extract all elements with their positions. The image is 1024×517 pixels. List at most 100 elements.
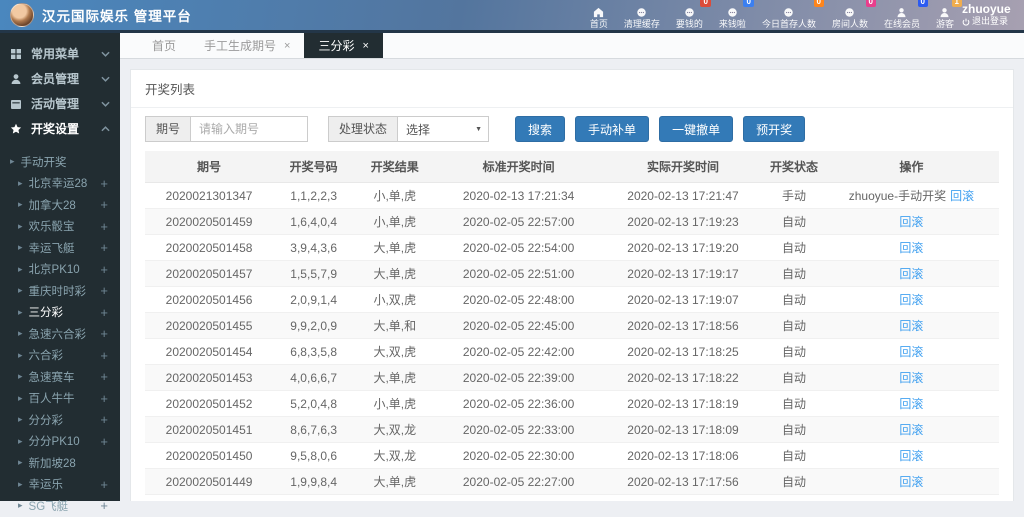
sidebar-item-speed-liuhecai[interactable]: ▸ 急速六合彩 + — [0, 323, 120, 345]
panel-title: 开奖列表 — [131, 70, 1013, 108]
rollback-link[interactable]: 回滚 — [899, 319, 923, 333]
sidebar-section-activity-management[interactable]: 活动管理 — [0, 91, 120, 116]
sidebar-item-sanfencai[interactable]: ▸ 三分彩 + — [0, 302, 120, 324]
rollback-link[interactable]: 回滚 — [950, 189, 974, 203]
search-button[interactable]: 搜索 — [515, 116, 566, 142]
caret-right-icon: ▸ — [18, 199, 23, 210]
std-time-cell: 2020-02-05 22:36:00 — [435, 390, 602, 417]
nav-clear-cache[interactable]: 清理缓存 — [616, 0, 668, 32]
clear-cache-icon — [636, 7, 647, 18]
close-icon[interactable]: × — [284, 40, 290, 52]
rollback-link[interactable]: 回滚 — [899, 449, 923, 463]
rollback-link[interactable]: 回滚 — [899, 267, 923, 281]
expand-plus-icon[interactable]: + — [100, 413, 108, 426]
status-cell: 自动 — [764, 260, 824, 287]
nav-guests[interactable]: 1 游客 — [928, 0, 962, 32]
expand-plus-icon[interactable]: + — [100, 177, 108, 190]
expand-plus-icon[interactable]: + — [100, 370, 108, 383]
result-cell: 大,单,虎 — [354, 364, 436, 391]
rollback-link[interactable]: 回滚 — [899, 371, 923, 385]
rollback-link[interactable]: 回滚 — [899, 215, 923, 229]
sidebar-item-lucky-airship[interactable]: ▸ 幸运飞艇 + — [0, 237, 120, 259]
status-cell: 自动 — [764, 442, 824, 469]
nav-online-members[interactable]: 0 在线会员 — [876, 0, 928, 32]
operation-cell: 回滚 — [823, 312, 999, 339]
sidebar-item-speed-racing[interactable]: ▸ 急速赛车 + — [0, 366, 120, 388]
nav-money-incoming-badge: 0 — [743, 0, 754, 7]
sidebar-section-member-management[interactable]: 会员管理 — [0, 66, 120, 91]
sidebar-item-happy-sicbo[interactable]: ▸ 欢乐骰宝 + — [0, 216, 120, 238]
expand-plus-icon[interactable]: + — [100, 327, 108, 340]
result-cell: 大,单,虎 — [354, 494, 436, 501]
operation-cell: 回滚 — [823, 494, 999, 501]
tab-bar: 首页 手工生成期号 × 三分彩 × — [120, 33, 1024, 59]
tab-manual-issue[interactable]: 手工生成期号 × — [190, 33, 304, 58]
rollback-link[interactable]: 回滚 — [899, 293, 923, 307]
nav-money-request-label: 要钱的 — [675, 18, 703, 29]
nav-money-request[interactable]: 0 要钱的 — [668, 0, 711, 32]
table-row: 2020020501451 8,6,7,6,3 大,双,龙 2020-02-05 22… — [145, 416, 999, 443]
tab-home[interactable]: 首页 — [138, 33, 190, 58]
expand-plus-icon[interactable]: + — [100, 220, 108, 233]
expand-plus-icon[interactable]: + — [100, 478, 108, 491]
std-time-cell: 2020-02-05 22:51:00 — [435, 260, 602, 287]
pre-draw-button[interactable]: 预开奖 — [743, 116, 806, 142]
issue-cell: 2020020501458 — [145, 234, 274, 261]
std-time-cell: 2020-02-05 22:42:00 — [435, 338, 602, 365]
table-row: 2020020501453 4,0,6,6,7 大,单,虎 2020-02-05 22… — [145, 364, 999, 391]
one-key-cancel-button[interactable]: 一键撤单 — [659, 116, 734, 142]
result-cell: 小,双,虎 — [354, 286, 436, 313]
rollback-link[interactable]: 回滚 — [899, 475, 923, 489]
sidebar-item-label: 分分PK10 — [28, 436, 80, 449]
expand-plus-icon[interactable]: + — [100, 241, 108, 254]
caret-right-icon: ▸ — [18, 478, 23, 489]
expand-plus-icon[interactable]: + — [100, 263, 108, 276]
expand-plus-icon[interactable]: + — [100, 392, 108, 405]
expand-plus-icon[interactable]: + — [100, 499, 108, 512]
sidebar-item-liuhecai[interactable]: ▸ 六合彩 + — [0, 345, 120, 367]
rollback-link[interactable]: 回滚 — [899, 397, 923, 411]
nav-room-count[interactable]: 0 房间人数 — [824, 0, 876, 32]
sidebar-item-beijing-pk10[interactable]: ▸ 北京PK10 + — [0, 259, 120, 281]
rollback-link[interactable]: 回滚 — [899, 423, 923, 437]
rollback-link[interactable]: 回滚 — [899, 241, 923, 255]
expand-plus-icon[interactable]: + — [100, 306, 108, 319]
sidebar-item-canada28[interactable]: ▸ 加拿大28 + — [0, 194, 120, 216]
logout-button[interactable]: 退出登录 — [962, 16, 1024, 27]
expand-plus-icon[interactable]: + — [100, 198, 108, 211]
sidebar-item-fenfencai[interactable]: ▸ 分分彩 + — [0, 409, 120, 431]
status-select[interactable]: 选择 ▼ — [397, 116, 490, 142]
sidebar-item-beijing-lucky28[interactable]: ▸ 北京幸运28 + — [0, 173, 120, 195]
nav-home[interactable]: 首页 — [582, 0, 616, 32]
tab-label: 手工生成期号 — [204, 39, 277, 53]
column-header: 标准开奖时间 — [435, 151, 602, 183]
sidebar-item-fenfen-pk10[interactable]: ▸ 分分PK10 + — [0, 431, 120, 453]
nav-money-incoming[interactable]: 0 来钱啦 — [711, 0, 754, 32]
close-icon[interactable]: × — [362, 40, 368, 52]
rollback-link[interactable]: 回滚 — [899, 345, 923, 359]
chevron-down-icon — [101, 76, 110, 82]
sidebar-section-draw-settings[interactable]: 开奖设置 — [0, 116, 120, 141]
expand-plus-icon[interactable]: + — [100, 435, 108, 448]
sidebar-item-singapore28[interactable]: ▸ 新加坡28 — [0, 452, 120, 474]
numbers-cell: 1,5,5,7,9 — [273, 260, 355, 287]
chevron-down-icon — [101, 51, 110, 57]
expand-plus-icon[interactable]: + — [100, 349, 108, 362]
sidebar-item-lucky-le[interactable]: ▸ 幸运乐 + — [0, 474, 120, 496]
tab-sanfencai[interactable]: 三分彩 × — [304, 33, 383, 58]
sidebar-item-label: 幸运飞艇 — [28, 242, 75, 255]
issue-cell: 2020021301347 — [145, 182, 274, 209]
sidebar-section-common-menu[interactable]: 常用菜单 — [0, 41, 120, 66]
nav-today-first-deposit-badge: 0 — [813, 0, 824, 7]
issue-input[interactable] — [190, 116, 309, 142]
numbers-cell: 1,6,4,0,4 — [273, 208, 355, 235]
expand-plus-icon[interactable]: + — [100, 284, 108, 297]
grid-icon — [10, 48, 23, 60]
manual-fill-button[interactable]: 手动补单 — [575, 116, 650, 142]
sidebar-item-manual-draw[interactable]: ▸ 手动开奖 — [0, 151, 120, 173]
sidebar-item-bairen-niuniu[interactable]: ▸ 百人牛牛 + — [0, 388, 120, 410]
nav-today-first-deposit[interactable]: 0 今日首存人数 — [754, 0, 824, 32]
sidebar-item-sg-airship[interactable]: ▸ SG飞艇 + — [0, 495, 120, 517]
sidebar-section-label: 会员管理 — [31, 72, 80, 86]
sidebar-item-chongqing-ssc[interactable]: ▸ 重庆时时彩 + — [0, 280, 120, 302]
